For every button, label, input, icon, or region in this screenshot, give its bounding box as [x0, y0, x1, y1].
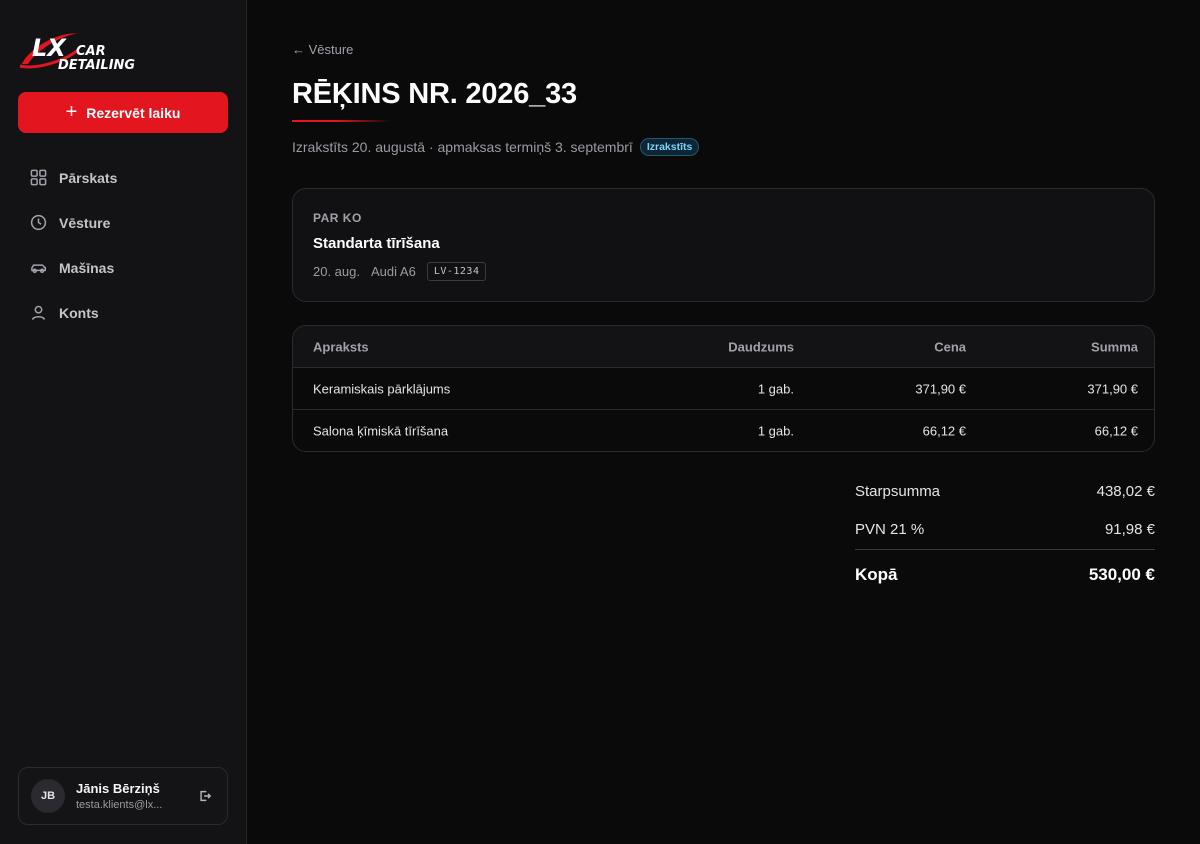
car-icon	[31, 264, 47, 274]
user-info: Jānis Bērziņš testa.klients@lx...	[76, 781, 195, 811]
sidebar-item-history[interactable]: Vēsture	[18, 200, 228, 245]
service-date: 20. aug.	[313, 264, 360, 279]
row-description: Salona ķīmiskā tīrīšana	[313, 423, 449, 439]
logout-icon	[200, 790, 212, 802]
sidebar-nav: Pārskats Vēsture Mašīnas Konts	[18, 155, 228, 335]
vat-label: PVN 21 %	[855, 521, 925, 538]
sidebar-item-cars[interactable]: Mašīnas	[18, 245, 228, 290]
sidebar-item-overview[interactable]: Pārskats	[18, 155, 228, 200]
service-card: PAR KO Standarta tīrīšana 20. aug. Audi …	[292, 188, 1155, 302]
sidebar: LX CAR DETAILING + Rezervēt laiku Pārska…	[0, 0, 247, 844]
avatar: JB	[31, 779, 65, 813]
vat-value: 91,98 €	[1104, 521, 1155, 538]
sidebar-item-label: Pārskats	[59, 169, 118, 186]
subtotal-label: Starpsumma	[855, 483, 941, 500]
invoice-table: Apraksts Daudzums Cena Summa Keramiskais…	[292, 325, 1155, 452]
grid-icon	[30, 169, 47, 186]
row-quantity: 1 gab.	[757, 381, 794, 396]
car-model: Audi A6	[371, 264, 416, 279]
header-sum: Summa	[1091, 339, 1138, 354]
service-meta: 20. aug. Audi A6 LV-1234	[313, 262, 487, 281]
table-header: Apraksts Daudzums Cena Summa	[293, 326, 1154, 368]
subtotal-value: 438,02 €	[1096, 483, 1155, 500]
sidebar-item-label: Mašīnas	[59, 259, 115, 276]
back-link[interactable]: ← Vēsture	[292, 42, 353, 57]
row-quantity: 1 gab.	[757, 423, 794, 439]
license-plate: LV-1234	[426, 262, 487, 281]
brand-logo[interactable]: LX CAR DETAILING	[18, 20, 152, 72]
user-name: Jānis Bērziņš	[76, 781, 160, 796]
header-description: Apraksts	[313, 339, 369, 354]
book-appointment-label: Rezervēt laiku	[86, 104, 181, 121]
logo-line1-text: CAR	[76, 44, 106, 59]
header-price: Cena	[934, 339, 966, 354]
issue-info: Izrakstīts 20. augustā · apmaksas termiņ…	[292, 139, 633, 155]
service-card-label: PAR KO	[313, 211, 362, 225]
invoice-totals: Starpsumma 438,02 € PVN 21 % 91,98 € Kop…	[855, 483, 1155, 584]
book-appointment-button[interactable]: + Rezervēt laiku	[18, 92, 228, 133]
table-row: Keramiskais pārklājums 1 gab. 371,90 € 3…	[293, 368, 1154, 410]
row-sum: 371,90 €	[1087, 381, 1138, 396]
totals-divider	[855, 549, 1155, 550]
page-title: RĒĶINS NR. 2026_33	[292, 78, 577, 110]
clock-icon	[30, 214, 47, 231]
service-name: Standarta tīrīšana	[313, 235, 440, 252]
logo-graphic: LX CAR DETAILING	[19, 33, 135, 72]
total-value: 530,00 €	[1088, 565, 1155, 584]
logout-button[interactable]	[195, 786, 215, 806]
logo-line2-text: DETAILING	[58, 58, 135, 72]
total-label: Kopā	[855, 565, 898, 584]
user-email: testa.klients@lx...	[76, 799, 163, 811]
status-badge: Izrakstīts	[639, 138, 700, 156]
sidebar-item-label: Vēsture	[59, 214, 111, 231]
subtotal-row: Starpsumma 438,02 €	[855, 483, 1155, 521]
row-price: 66,12 €	[922, 423, 966, 439]
header-quantity: Daudzums	[728, 339, 794, 354]
row-description: Keramiskais pārklājums	[313, 381, 451, 396]
title-underline	[292, 120, 392, 122]
row-sum: 66,12 €	[1094, 423, 1138, 439]
user-card: JB Jānis Bērziņš testa.klients@lx...	[18, 767, 228, 825]
plus-icon: +	[65, 100, 78, 123]
vat-row: PVN 21 % 91,98 €	[855, 521, 1155, 559]
row-price: 371,90 €	[915, 381, 966, 396]
invoice-subtitle: Izrakstīts 20. augustā · apmaksas termiņ…	[292, 138, 700, 156]
sidebar-item-account[interactable]: Konts	[18, 290, 228, 335]
table-row: Salona ķīmiskā tīrīšana 1 gab. 66,12 € 6…	[293, 410, 1154, 451]
total-row: Kopā 530,00 €	[855, 565, 1155, 603]
sidebar-item-label: Konts	[59, 304, 99, 321]
user-icon	[31, 305, 46, 320]
